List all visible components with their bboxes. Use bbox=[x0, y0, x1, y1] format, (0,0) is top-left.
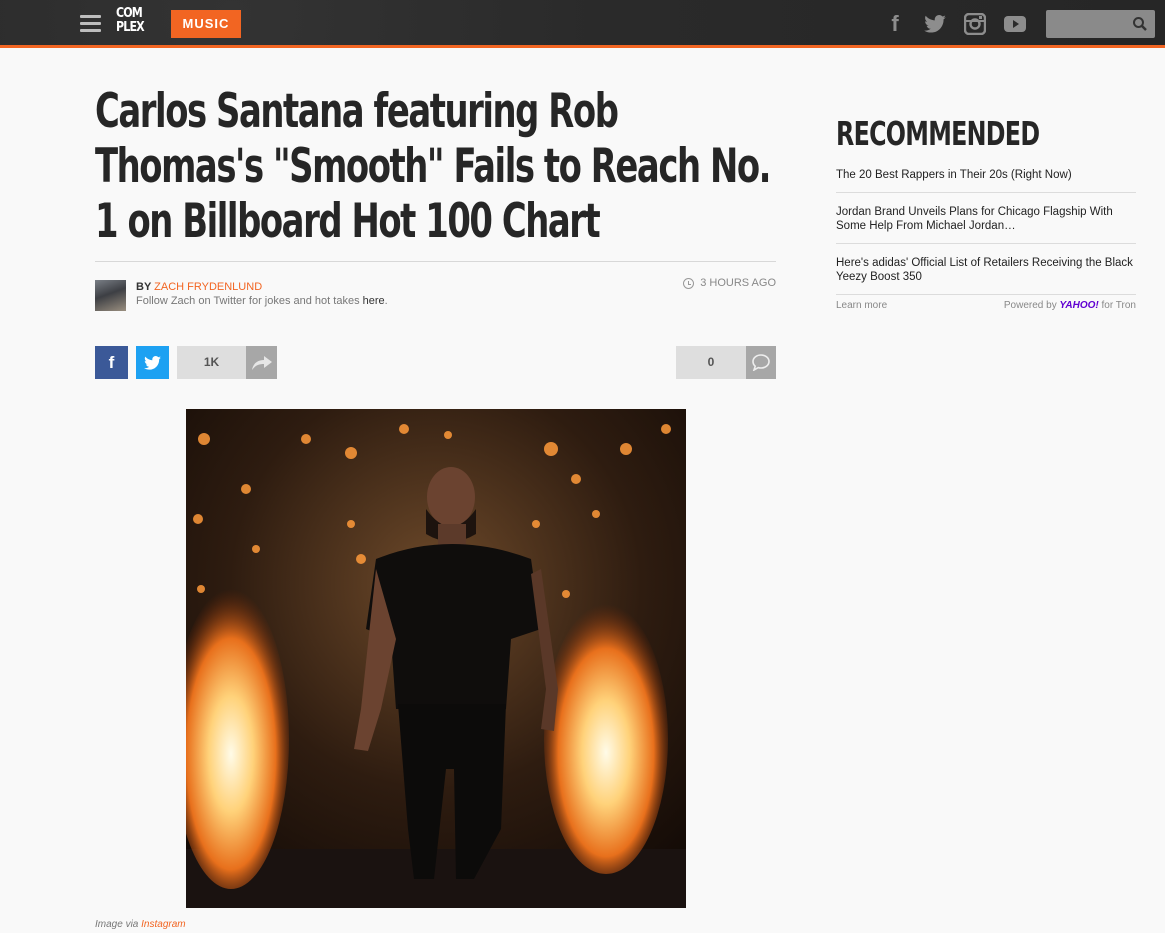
author-follow-text: Follow Zach on Twitter for jokes and hot… bbox=[136, 295, 388, 307]
instagram-icon[interactable] bbox=[964, 12, 986, 36]
timestamp: 3 HOURS AGO bbox=[675, 277, 776, 289]
search-box[interactable] bbox=[1046, 10, 1155, 38]
search-input[interactable] bbox=[1046, 10, 1131, 38]
top-navigation-bar: COM PLEX MUSIC f bbox=[0, 0, 1165, 48]
share-count: 1K bbox=[177, 346, 246, 379]
recommended-item[interactable]: The 20 Best Rappers in Their 20s (Right … bbox=[836, 166, 1136, 193]
byline: BY ZACH FRYDENLUND bbox=[136, 281, 262, 293]
concert-photo bbox=[186, 409, 686, 908]
recommended-footer: Learn more Powered by YAHOO! for Tron bbox=[836, 300, 1136, 311]
author-link[interactable]: ZACH FRYDENLUND bbox=[154, 281, 262, 293]
follow-link[interactable]: here bbox=[363, 295, 385, 307]
image-caption: Image via Instagram bbox=[95, 919, 186, 930]
title-divider bbox=[95, 261, 776, 262]
share-twitter-button[interactable] bbox=[136, 346, 169, 379]
follow-text: Follow Zach on Twitter for jokes and hot… bbox=[136, 295, 360, 307]
powered-by: Powered by YAHOO! for Tron bbox=[1004, 300, 1136, 311]
for-tron-label: for Tron bbox=[1101, 300, 1136, 311]
follow-period: . bbox=[384, 295, 388, 307]
twitter-icon[interactable] bbox=[923, 12, 947, 36]
complex-logo[interactable]: COM PLEX bbox=[116, 6, 145, 35]
logo-line-1: COM bbox=[116, 6, 143, 21]
article-hero-image bbox=[186, 409, 686, 908]
author-avatar[interactable] bbox=[95, 280, 126, 311]
music-section-button[interactable]: MUSIC bbox=[171, 10, 241, 38]
share-more-button[interactable] bbox=[246, 346, 277, 379]
caption-prefix: Image via bbox=[95, 919, 139, 930]
comment-bubble-icon bbox=[752, 354, 770, 371]
yahoo-logo[interactable]: YAHOO! bbox=[1059, 300, 1098, 311]
share-arrow-icon bbox=[251, 355, 272, 370]
caption-source-link[interactable]: Instagram bbox=[141, 919, 185, 930]
recommended-item[interactable]: Here's adidas' Official List of Retailer… bbox=[836, 254, 1136, 295]
facebook-icon[interactable]: f bbox=[886, 11, 904, 36]
powered-by-label: Powered by bbox=[1003, 300, 1057, 311]
search-icon[interactable] bbox=[1132, 16, 1148, 32]
recommended-list: The 20 Best Rappers in Their 20s (Right … bbox=[836, 166, 1136, 305]
recommended-heading: RECOMMENDED bbox=[836, 114, 1040, 153]
article-title: Carlos Santana featuring Rob Thomas's "S… bbox=[95, 84, 771, 249]
by-label: BY bbox=[136, 281, 152, 293]
recommended-item[interactable]: Jordan Brand Unveils Plans for Chicago F… bbox=[836, 203, 1136, 244]
logo-line-2: PLEX bbox=[116, 20, 145, 35]
share-facebook-button[interactable]: f bbox=[95, 346, 128, 379]
timestamp-text: 3 HOURS AGO bbox=[700, 277, 776, 289]
learn-more-link[interactable]: Learn more bbox=[836, 300, 887, 311]
comment-count: 0 bbox=[676, 346, 746, 379]
clock-icon bbox=[683, 277, 695, 289]
youtube-icon[interactable] bbox=[1004, 12, 1026, 36]
menu-icon[interactable] bbox=[80, 15, 101, 32]
comments-button[interactable] bbox=[746, 346, 776, 379]
twitter-icon bbox=[144, 355, 161, 370]
